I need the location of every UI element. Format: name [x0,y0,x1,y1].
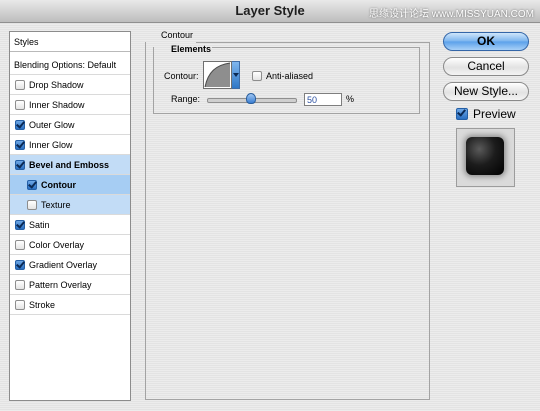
sidebar-item-blending-options[interactable]: Blending Options: Default [10,55,130,75]
sidebar-item-pattern-overlay[interactable]: Pattern Overlay [10,275,130,295]
style-preview-swatch [466,137,504,175]
preview-checkbox[interactable] [456,108,468,120]
contour-picker[interactable] [203,61,232,89]
anti-aliased-label: Anti-aliased [266,71,314,81]
anti-aliased-option[interactable]: Anti-aliased [252,71,313,81]
sidebar-item-styles[interactable]: Styles [10,32,130,52]
sidebar-item-label: Color Overlay [29,239,85,250]
range-slider-thumb[interactable] [246,93,256,104]
preview-option[interactable]: Preview [456,107,516,121]
sidebar-item-label: Inner Shadow [29,99,85,110]
inner-glow-checkbox[interactable] [15,139,25,150]
elements-group-title: Elements [171,44,212,54]
sidebar-item-label: Styles [14,36,39,47]
satin-checkbox[interactable] [15,219,25,230]
sidebar-item-label: Blending Options: Default [14,59,117,70]
inner-shadow-checkbox[interactable] [15,99,25,110]
sidebar-item-inner-shadow[interactable]: Inner Shadow [10,95,130,115]
sidebar-item-label: Inner Glow [29,139,73,150]
sidebar-item-color-overlay[interactable]: Color Overlay [10,235,130,255]
cancel-button[interactable]: Cancel [443,57,529,76]
group-divider [212,47,419,48]
title-bar: Layer Style 思缘设计论坛 www.MISSYUAN.COM [0,0,540,23]
sidebar-item-label: Pattern Overlay [29,279,92,290]
sidebar-item-label: Drop Shadow [29,79,84,90]
sidebar-item-inner-glow[interactable]: Inner Glow [10,135,130,155]
ok-button[interactable]: OK [443,32,529,51]
outer-glow-checkbox[interactable] [15,119,25,130]
contour-curve-icon [204,62,231,88]
drop-shadow-checkbox[interactable] [15,79,25,90]
sidebar-item-label: Satin [29,219,50,230]
contour-dropdown-button[interactable] [232,61,240,89]
sidebar-item-label: Gradient Overlay [29,259,98,270]
range-input[interactable] [304,93,342,106]
pattern-overlay-checkbox[interactable] [15,279,25,290]
sidebar-item-bevel-and-emboss[interactable]: Bevel and Emboss [10,155,130,175]
panel-title: Contour [161,30,194,40]
bevel-and-emboss-checkbox[interactable] [15,159,25,170]
sidebar-item-label: Bevel and Emboss [29,159,110,170]
contour-checkbox[interactable] [27,179,37,190]
sidebar-item-label: Outer Glow [29,119,75,130]
sidebar-item-label: Stroke [29,299,56,310]
color-overlay-checkbox[interactable] [15,239,25,250]
new-style-button[interactable]: New Style... [443,82,529,101]
sidebar-item-outer-glow[interactable]: Outer Glow [10,115,130,135]
range-unit: % [346,94,355,104]
texture-checkbox[interactable] [27,199,37,210]
gradient-overlay-checkbox[interactable] [15,259,25,270]
watermark: 思缘设计论坛 www.MISSYUAN.COM [368,9,534,20]
preview-label: Preview [473,107,516,121]
contour-label: Contour: [164,71,199,81]
sidebar-item-drop-shadow[interactable]: Drop Shadow [10,75,130,95]
sidebar-item-satin[interactable]: Satin [10,215,130,235]
sidebar-item-label: Contour [41,179,76,190]
anti-aliased-checkbox[interactable] [252,71,262,81]
stroke-checkbox[interactable] [15,299,25,310]
sidebar-item-stroke[interactable]: Stroke [10,295,130,315]
sidebar-item-contour[interactable]: Contour [10,175,130,195]
range-label: Range: [171,94,201,104]
styles-sidebar: Styles Blending Options: Default Drop Sh… [9,31,131,401]
panel-divider [196,42,429,43]
sidebar-item-label: Texture [41,199,71,210]
sidebar-item-gradient-overlay[interactable]: Gradient Overlay [10,255,130,275]
sidebar-item-texture[interactable]: Texture [10,195,130,215]
